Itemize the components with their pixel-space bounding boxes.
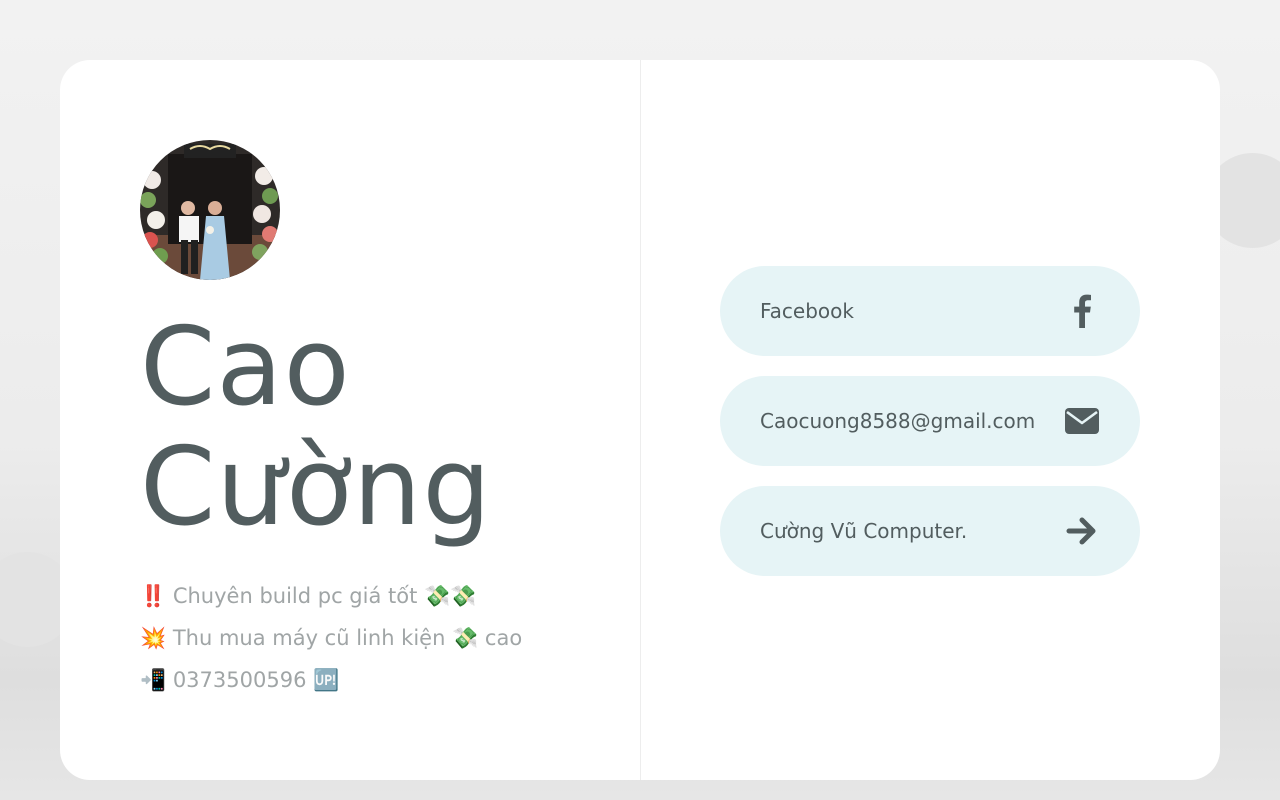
email-link-label: Caocuong8588@gmail.com [760, 409, 1036, 433]
bio-line-build-pc: ‼️ Chuyên build pc giá tốt 💸💸 [140, 584, 477, 608]
avatar-photo [140, 140, 280, 280]
profile-card: Cao Cường ‼️ Chuyên build pc giá tốt 💸💸 … [60, 60, 1220, 780]
card-divider [640, 60, 641, 780]
profile-name-line1: Cao [140, 305, 351, 430]
profile-bio: ‼️ Chuyên build pc giá tốt 💸💸 💥 Thu mua … [140, 575, 620, 701]
facebook-link[interactable]: Facebook [720, 266, 1140, 356]
bio-line-phone: 📲 0373500596 🆙 [140, 668, 340, 692]
profile-name: Cao Cường [140, 308, 620, 548]
avatar [140, 140, 280, 280]
email-link[interactable]: Caocuong8588@gmail.com [720, 376, 1140, 466]
facebook-icon [1064, 293, 1100, 329]
computer-store-link[interactable]: Cường Vũ Computer. [720, 486, 1140, 576]
computer-store-link-label: Cường Vũ Computer. [760, 519, 968, 543]
bio-line-buy-used: 💥 Thu mua máy cũ linh kiện 💸 cao [140, 626, 523, 650]
envelope-icon [1064, 403, 1100, 439]
profile-name-line2: Cường [140, 425, 492, 550]
link-list: Facebook Caocuong8588@gmail.com Cường Vũ… [720, 266, 1140, 596]
facebook-link-label: Facebook [760, 299, 854, 323]
arrow-right-icon [1064, 513, 1100, 549]
